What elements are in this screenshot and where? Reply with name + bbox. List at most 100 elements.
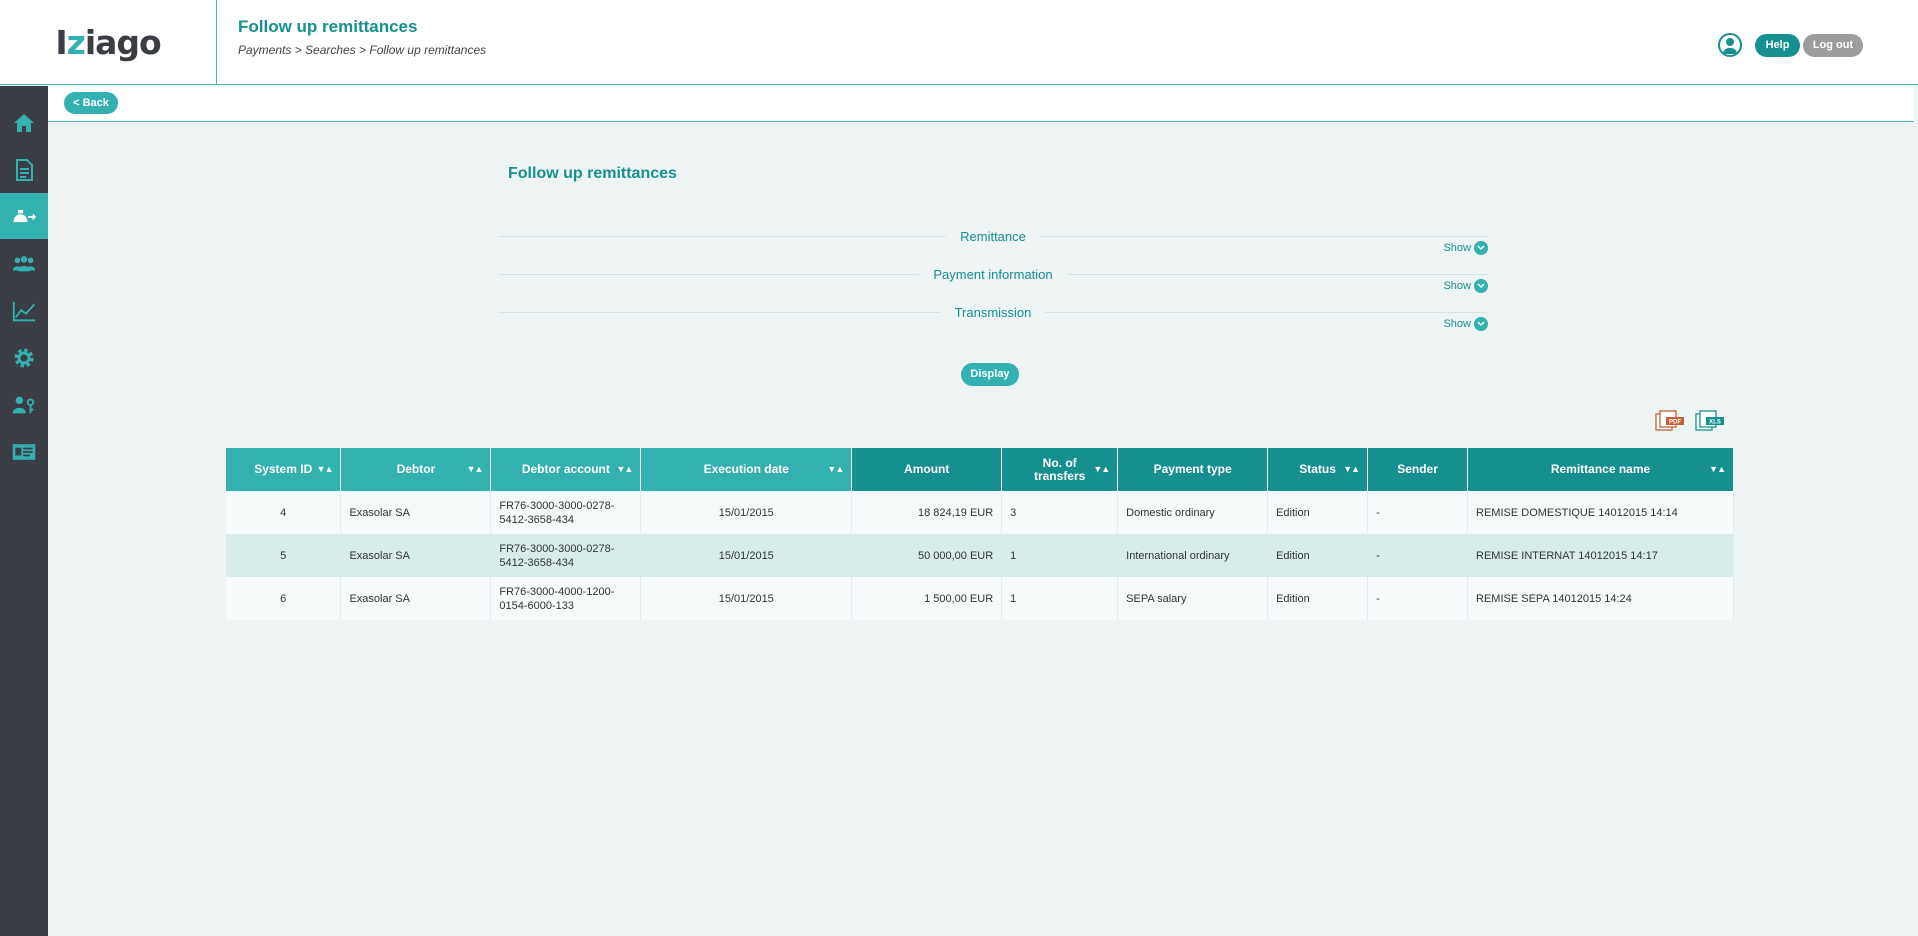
sidebar-nav — [0, 86, 48, 936]
chevron-down-icon — [1474, 241, 1488, 255]
cell-payment-type: SEPA salary — [1117, 577, 1269, 620]
app-header: Iziago Follow up remittances Payments > … — [0, 0, 1918, 85]
table-row[interactable]: 5 Exasolar SA FR76-3000-3000-0278-5412-3… — [226, 534, 1734, 577]
column-header-remittance-name[interactable]: Remittance name ▼▲ — [1467, 448, 1734, 491]
column-header-debtor[interactable]: Debtor ▼▲ — [340, 448, 492, 491]
column-header-transfers[interactable]: No. of transfers ▼▲ — [1001, 448, 1119, 491]
title-area: Follow up remittances Payments > Searche… — [238, 17, 486, 57]
breadcrumb: Payments > Searches > Follow up remittan… — [238, 43, 487, 57]
cell-execution-date: 15/01/2015 — [640, 577, 853, 620]
cell-transfers: 1 — [1001, 577, 1119, 620]
payment-transfer-icon — [13, 209, 37, 223]
cell-system-id: 4 — [226, 491, 342, 534]
show-toggle[interactable]: Show — [1443, 317, 1488, 331]
cell-sender: - — [1367, 534, 1469, 577]
column-header-sender[interactable]: Sender — [1367, 448, 1469, 491]
sidebar-item-settings[interactable] — [0, 335, 48, 381]
display-button[interactable]: Display — [961, 363, 1019, 386]
cell-status: Edition — [1267, 577, 1369, 620]
cell-amount: 1 500,00 EUR — [851, 577, 1003, 620]
sidebar-item-payments[interactable] — [0, 193, 48, 239]
show-toggle[interactable]: Show — [1443, 279, 1488, 293]
chevron-down-icon — [1474, 317, 1488, 331]
sidebar-item-contacts[interactable] — [0, 429, 48, 475]
sort-icon[interactable]: ▼▲ — [1093, 463, 1110, 476]
cell-transfers: 3 — [1001, 491, 1119, 534]
cell-execution-date: 15/01/2015 — [640, 491, 853, 534]
back-button[interactable]: < Back — [64, 92, 118, 114]
section-label: Transmission — [940, 305, 1046, 320]
section-label: Payment information — [919, 267, 1067, 282]
sidebar-item-documents[interactable] — [0, 147, 48, 193]
document-icon — [16, 159, 33, 181]
sort-icon[interactable]: ▼▲ — [827, 463, 844, 476]
gear-icon — [14, 348, 34, 368]
chart-line-icon — [12, 301, 36, 322]
show-label: Show — [1443, 280, 1471, 292]
section-transmission: Transmission Show — [498, 302, 1488, 340]
cell-payment-type: Domestic ordinary — [1117, 491, 1269, 534]
cell-system-id: 5 — [226, 534, 342, 577]
section-remittance: Remittance Show — [498, 226, 1488, 264]
cell-amount: 18 824,19 EUR — [851, 491, 1003, 534]
table-row[interactable]: 6 Exasolar SA FR76-3000-4000-1200-0154-6… — [226, 577, 1734, 620]
cell-debtor-account: FR76-3000-3000-0278-5412-3658-434 — [490, 491, 642, 534]
sidebar-item-users[interactable] — [0, 241, 48, 287]
pdf-export-icon[interactable]: PDF — [1654, 409, 1686, 431]
column-header-system-id[interactable]: System ID ▼▲ — [226, 448, 342, 491]
page-title: Follow up remittances — [238, 17, 418, 36]
cell-system-id: 6 — [226, 577, 342, 620]
sort-icon[interactable]: ▼▲ — [1343, 463, 1360, 476]
cell-status: Edition — [1267, 491, 1369, 534]
cell-debtor: Exasolar SA — [340, 577, 492, 620]
help-button[interactable]: Help — [1755, 34, 1800, 57]
cell-sender: - — [1367, 577, 1469, 620]
sidebar-item-home[interactable] — [0, 100, 48, 146]
xls-export-icon[interactable]: XLS — [1694, 409, 1726, 431]
cell-transfers: 1 — [1001, 534, 1119, 577]
show-label: Show — [1443, 318, 1471, 330]
sort-icon[interactable]: ▼▲ — [467, 463, 484, 476]
cell-status: Edition — [1267, 534, 1369, 577]
table-row[interactable]: 4 Exasolar SA FR76-3000-3000-0278-5412-3… — [226, 491, 1734, 534]
column-header-payment-type[interactable]: Payment type — [1117, 448, 1269, 491]
section-payment-information: Payment information Show — [498, 264, 1488, 302]
remittances-table: System ID ▼▲ Debtor ▼▲ Debtor account ▼▲ Ex… — [226, 448, 1734, 620]
column-header-amount[interactable]: Amount — [851, 448, 1003, 491]
chevron-down-icon — [1474, 279, 1488, 293]
sort-icon[interactable]: ▼▲ — [317, 463, 334, 476]
sidebar-item-reports[interactable] — [0, 288, 48, 334]
logout-button[interactable]: Log out — [1803, 34, 1863, 57]
cell-remittance-name: REMISE DOMESTIQUE 14012015 14:14 — [1467, 491, 1734, 534]
users-icon — [12, 256, 36, 272]
sort-icon[interactable]: ▼▲ — [1709, 463, 1726, 476]
column-header-execution-date[interactable]: Execution date ▼▲ — [640, 448, 853, 491]
cell-debtor-account: FR76-3000-3000-0278-5412-3658-434 — [490, 534, 642, 577]
show-label: Show — [1443, 242, 1471, 254]
cell-execution-date: 15/01/2015 — [640, 534, 853, 577]
cell-debtor: Exasolar SA — [340, 491, 492, 534]
user-key-icon — [12, 396, 35, 414]
sidebar-item-access[interactable] — [0, 382, 48, 428]
svg-text:XLS: XLS — [1709, 420, 1721, 426]
svg-text:PDF: PDF — [1669, 420, 1681, 426]
cell-debtor: Exasolar SA — [340, 534, 492, 577]
section-label: Remittance — [946, 229, 1040, 244]
column-header-debtor-account[interactable]: Debtor account ▼▲ — [490, 448, 642, 491]
cell-debtor-account: FR76-3000-4000-1200-0154-6000-133 — [490, 577, 642, 620]
sort-icon[interactable]: ▼▲ — [617, 463, 634, 476]
iziago-logo[interactable]: Iziago — [55, 23, 161, 62]
cell-payment-type: International ordinary — [1117, 534, 1269, 577]
home-icon — [14, 114, 34, 132]
column-header-status[interactable]: Status ▼▲ — [1267, 448, 1369, 491]
logo-area[interactable]: Iziago — [0, 0, 217, 85]
back-bar: < Back — [48, 86, 1914, 122]
main-title: Follow up remittances — [508, 165, 677, 182]
cell-sender: - — [1367, 491, 1469, 534]
cell-remittance-name: REMISE SEPA 14012015 14:24 — [1467, 577, 1734, 620]
user-account-icon[interactable] — [1718, 33, 1742, 57]
cell-amount: 50 000,00 EUR — [851, 534, 1003, 577]
table-header-row: System ID ▼▲ Debtor ▼▲ Debtor account ▼▲ Ex… — [226, 448, 1734, 491]
cell-remittance-name: REMISE INTERNAT 14012015 14:17 — [1467, 534, 1734, 577]
show-toggle[interactable]: Show — [1443, 241, 1488, 255]
